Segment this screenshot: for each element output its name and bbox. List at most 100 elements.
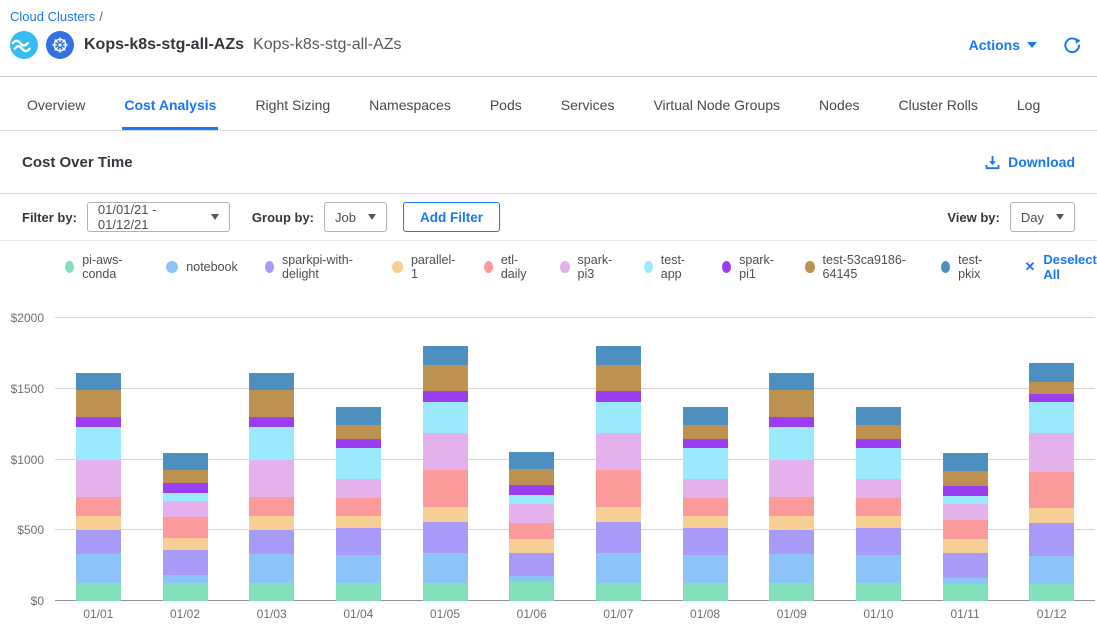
bar-segment-etl-daily[interactable] [943, 520, 988, 538]
bar-segment-test-53ca9186-64145[interactable] [943, 471, 988, 487]
bar-segment-etl-daily[interactable] [336, 498, 381, 516]
legend-item-spark-pi1[interactable]: spark-pi1 [722, 253, 778, 281]
bar-segment-spark-pi1[interactable] [509, 485, 554, 495]
bar-segment-test-53ca9186-64145[interactable] [336, 425, 381, 439]
bar-segment-test-53ca9186-64145[interactable] [509, 469, 554, 485]
stacked-bar-01/08[interactable] [683, 407, 728, 602]
tab-pods[interactable]: Pods [488, 97, 524, 130]
bar-segment-parallel-1[interactable] [596, 507, 641, 522]
bar-segment-parallel-1[interactable] [423, 507, 468, 522]
bar-segment-spark-pi3[interactable] [163, 501, 208, 517]
bar-segment-notebook[interactable] [423, 553, 468, 583]
bar-segment-pi-aws-conda[interactable] [76, 583, 121, 601]
bar-segment-parallel-1[interactable] [1029, 508, 1074, 522]
bar-segment-spark-pi3[interactable] [249, 460, 294, 497]
bar-segment-test-53ca9186-64145[interactable] [249, 390, 294, 418]
bar-segment-spark-pi3[interactable] [336, 479, 381, 497]
bar-segment-spark-pi1[interactable] [423, 391, 468, 402]
bar-segment-spark-pi1[interactable] [683, 439, 728, 448]
bar-segment-notebook[interactable] [596, 553, 641, 583]
bar-segment-test-pkix[interactable] [856, 407, 901, 425]
bar-segment-spark-pi1[interactable] [249, 417, 294, 427]
bar-segment-parallel-1[interactable] [769, 516, 814, 529]
legend-item-sparkpi-with-delight[interactable]: sparkpi-with-delight [265, 253, 366, 281]
bar-segment-notebook[interactable] [856, 555, 901, 583]
bar-segment-etl-daily[interactable] [769, 497, 814, 516]
bar-segment-parallel-1[interactable] [163, 538, 208, 550]
bar-segment-sparkpi-with-delight[interactable] [683, 528, 728, 555]
tab-virtual-node-groups[interactable]: Virtual Node Groups [651, 97, 782, 130]
bar-segment-notebook[interactable] [1029, 556, 1074, 584]
bar-segment-test-app[interactable] [423, 402, 468, 433]
bar-segment-pi-aws-conda[interactable] [336, 583, 381, 601]
bar-segment-notebook[interactable] [76, 554, 121, 583]
stacked-bar-01/07[interactable] [596, 346, 641, 601]
bar-segment-sparkpi-with-delight[interactable] [76, 530, 121, 555]
bar-segment-test-app[interactable] [769, 427, 814, 460]
group-by-select[interactable]: Job [324, 202, 387, 232]
bar-segment-test-pkix[interactable] [509, 452, 554, 470]
bar-segment-test-pkix[interactable] [336, 407, 381, 425]
bar-segment-pi-aws-conda[interactable] [423, 583, 468, 601]
refresh-icon[interactable] [1063, 36, 1081, 54]
bar-segment-etl-daily[interactable] [1029, 472, 1074, 509]
bar-segment-spark-pi1[interactable] [769, 417, 814, 427]
bar-segment-spark-pi1[interactable] [76, 417, 121, 427]
bar-segment-spark-pi3[interactable] [856, 479, 901, 497]
breadcrumb-cloud-clusters-link[interactable]: Cloud Clusters [10, 9, 95, 24]
stacked-bar-01/06[interactable] [509, 452, 554, 601]
bar-segment-sparkpi-with-delight[interactable] [856, 528, 901, 555]
legend-item-spark-pi3[interactable]: spark-pi3 [560, 253, 616, 281]
tab-namespaces[interactable]: Namespaces [367, 97, 453, 130]
bar-segment-test-pkix[interactable] [249, 373, 294, 390]
bar-segment-parallel-1[interactable] [683, 516, 728, 528]
legend-item-parallel-1[interactable]: parallel-1 [392, 253, 456, 281]
bar-segment-spark-pi3[interactable] [509, 504, 554, 523]
bar-segment-sparkpi-with-delight[interactable] [249, 530, 294, 555]
bar-segment-test-app[interactable] [683, 448, 728, 479]
bar-segment-test-app[interactable] [336, 448, 381, 479]
bar-segment-spark-pi1[interactable] [943, 486, 988, 496]
bar-segment-test-pkix[interactable] [769, 373, 814, 390]
bar-segment-test-app[interactable] [943, 496, 988, 504]
bar-segment-etl-daily[interactable] [683, 498, 728, 516]
add-filter-button[interactable]: Add Filter [403, 202, 500, 232]
stacked-bar-01/12[interactable] [1029, 363, 1074, 601]
bar-segment-test-53ca9186-64145[interactable] [769, 390, 814, 418]
bar-segment-test-pkix[interactable] [163, 453, 208, 470]
bar-segment-test-app[interactable] [163, 493, 208, 501]
bar-segment-parallel-1[interactable] [509, 539, 554, 553]
bar-segment-spark-pi3[interactable] [76, 460, 121, 497]
bar-segment-notebook[interactable] [249, 554, 294, 583]
bar-segment-etl-daily[interactable] [596, 470, 641, 507]
bar-segment-spark-pi1[interactable] [596, 391, 641, 402]
bar-segment-spark-pi3[interactable] [683, 479, 728, 497]
bar-segment-sparkpi-with-delight[interactable] [163, 550, 208, 575]
bar-segment-test-app[interactable] [249, 427, 294, 460]
tab-nodes[interactable]: Nodes [817, 97, 861, 130]
tab-services[interactable]: Services [559, 97, 617, 130]
bar-segment-test-53ca9186-64145[interactable] [596, 365, 641, 390]
bar-segment-pi-aws-conda[interactable] [1029, 584, 1074, 601]
bar-segment-sparkpi-with-delight[interactable] [769, 530, 814, 555]
bar-segment-pi-aws-conda[interactable] [596, 583, 641, 601]
bar-segment-test-pkix[interactable] [1029, 363, 1074, 381]
bar-segment-test-pkix[interactable] [423, 346, 468, 366]
bar-segment-sparkpi-with-delight[interactable] [1029, 523, 1074, 557]
bar-segment-test-app[interactable] [1029, 402, 1074, 433]
bar-segment-sparkpi-with-delight[interactable] [336, 528, 381, 555]
stacked-bar-01/04[interactable] [336, 407, 381, 602]
stacked-bar-01/03[interactable] [249, 373, 294, 601]
bar-segment-spark-pi1[interactable] [856, 439, 901, 448]
bar-segment-notebook[interactable] [336, 555, 381, 583]
bar-segment-test-app[interactable] [509, 495, 554, 504]
bar-segment-etl-daily[interactable] [509, 523, 554, 539]
bar-segment-etl-daily[interactable] [856, 498, 901, 516]
bar-segment-etl-daily[interactable] [163, 517, 208, 538]
bar-segment-test-app[interactable] [76, 427, 121, 460]
bar-segment-sparkpi-with-delight[interactable] [423, 522, 468, 553]
bar-segment-etl-daily[interactable] [76, 497, 121, 516]
bar-segment-pi-aws-conda[interactable] [509, 582, 554, 601]
bar-segment-pi-aws-conda[interactable] [683, 583, 728, 601]
bar-segment-spark-pi1[interactable] [336, 439, 381, 448]
